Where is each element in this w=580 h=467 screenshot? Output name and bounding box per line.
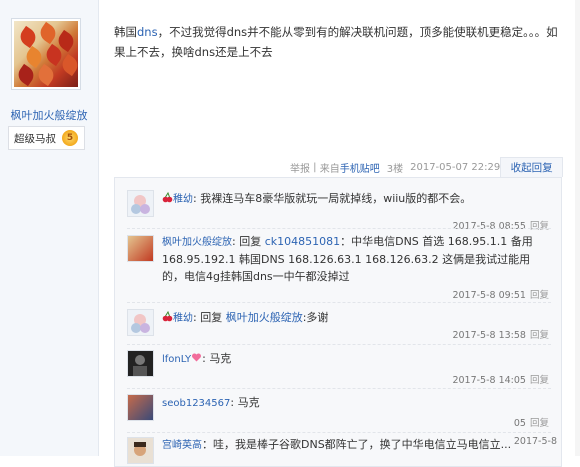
reply-prefix: 回复 (200, 311, 226, 324)
cherry-icon (162, 192, 173, 203)
reply-avatar[interactable] (127, 350, 154, 377)
post-time: 2017-05-07 22:29 (410, 161, 501, 173)
post-content: 韩国dns，不过我觉得dns并不能从零到有的解决联机问题，顶多能使联机更稳定。。… (114, 22, 564, 62)
reply-time: 2017-5-8 (513, 436, 557, 447)
reply-nick[interactable]: 枫叶加火般绽放 (162, 237, 232, 248)
reply-meta: 2017-5-8 14:05 回复 (452, 372, 549, 386)
from-prefix: 来自 (319, 163, 340, 175)
reply-button[interactable]: 回复 (530, 290, 549, 301)
post-tail: 举报 | 来自 手机贴吧 3楼 2017-05-07 22:29 收起回复 (290, 157, 563, 177)
dns-link[interactable]: dns (137, 25, 158, 39)
reply-avatar[interactable] (127, 309, 154, 336)
reply-divider (127, 388, 551, 389)
reply-button[interactable]: 回复 (530, 375, 549, 386)
reply-divider (127, 432, 551, 433)
reply-avatar[interactable] (127, 437, 154, 464)
reply-sep: : (230, 396, 238, 409)
reply-meta: 2017-5-8 08:55 回复 (452, 218, 549, 232)
author-avatar[interactable] (11, 18, 81, 90)
post-text-pre: 韩国 (114, 25, 137, 39)
author-sidebar: 枫叶加火般绽放 超级马叔 5 (0, 0, 99, 456)
reply-nick[interactable]: 稚幼 (173, 313, 193, 324)
level-title: 超级马叔 (14, 132, 56, 145)
reply-nick[interactable]: 稚幼 (173, 194, 193, 205)
cherry-icon (162, 311, 173, 322)
reply-button[interactable]: 回复 (530, 221, 549, 232)
reply-nick[interactable]: 宫崎英高 (162, 440, 202, 451)
reply-at-user[interactable]: ck104851081 (265, 235, 340, 248)
reply-body: 稚幼: 回复 枫叶加火般绽放:多谢 (162, 309, 542, 327)
reply-body: 稚幼: 我裸连马车8豪华版就玩一局就掉线，wiiu版的都不会。 (162, 190, 542, 208)
reply-meta: 05 回复 (514, 415, 549, 429)
reply-body: 宫崎英高：哇，我是棒子谷歌DNS都阵亡了，换了中华电信立马电信立... (162, 436, 542, 454)
reply-list: 稚幼: 我裸连马车8豪华版就玩一局就掉线，wiiu版的都不会。 2017-5-8… (114, 177, 562, 467)
reply-divider (127, 228, 551, 229)
reply-divider (127, 302, 551, 303)
tail-divider: | (310, 161, 320, 173)
reply-text: 马克 (237, 396, 260, 409)
floor-number: 3楼 (386, 163, 404, 175)
reply-item: lfonLY: 马克 2017-5-8 14:05 回复 (115, 348, 561, 388)
reply-divider (127, 344, 551, 345)
level-number-icon: 5 (62, 130, 78, 146)
reply-item: 枫叶加火般绽放: 回复 ck104851081：中华电信DNS 首选 168.9… (115, 233, 561, 303)
cartoon-avatar-icon (131, 314, 150, 333)
reply-body: lfonLY: 马克 (162, 350, 542, 368)
reply-body: seob1234567: 马克 (162, 394, 542, 412)
reply-text: 马克 (209, 352, 232, 365)
reply-item: 稚幼: 我裸连马车8豪华版就玩一局就掉线，wiiu版的都不会。 2017-5-8… (115, 188, 561, 232)
maple-leaves-image (14, 21, 78, 87)
reply-item: 宫崎英高：哇，我是棒子谷歌DNS都阵亡了，换了中华电信立马电信立... 2017… (115, 436, 561, 466)
reply-prefix: 回复 (239, 235, 265, 248)
reply-text: 哇，我是棒子谷歌DNS都阵亡了，换了中华电信立马电信立... (213, 438, 512, 451)
reply-avatar[interactable] (127, 394, 154, 421)
reply-sep: ： (202, 438, 213, 451)
silhouette-avatar-icon (133, 355, 147, 376)
reply-time: 2017-5-8 14:05 (452, 375, 526, 386)
report-link[interactable]: 举报 (290, 160, 310, 175)
reply-item: seob1234567: 马克 05 回复 (115, 392, 561, 432)
reply-meta: 2017-5-8 (514, 436, 557, 447)
reply-time: 2017-5-8 13:58 (452, 330, 526, 341)
author-name[interactable]: 枫叶加火般绽放 (6, 107, 92, 123)
collapse-replies-button[interactable]: 收起回复 (500, 157, 563, 177)
reply-button[interactable]: 回复 (530, 418, 549, 429)
reply-time: 05 (513, 418, 526, 429)
reply-text: :多谢 (302, 311, 329, 324)
heart-icon (192, 353, 202, 362)
reply-body: 枫叶加火般绽放: 回复 ck104851081：中华电信DNS 首选 168.9… (162, 233, 542, 285)
level-badge[interactable]: 超级马叔 5 (8, 126, 85, 150)
reply-nick[interactable]: seob1234567 (162, 398, 230, 409)
reply-time: 2017-5-8 08:55 (452, 221, 526, 232)
post-text: ，不过我觉得dns并不能从零到有的解决联机问题，顶多能使联机更稳定。。。如果上不… (114, 25, 558, 59)
reply-avatar[interactable] (127, 235, 154, 262)
reply-meta: 2017-5-8 09:51 回复 (452, 287, 549, 301)
character-avatar-icon (128, 438, 153, 463)
cartoon-avatar-icon (131, 195, 150, 214)
reply-at-user[interactable]: 枫叶加火般绽放 (226, 311, 303, 324)
reply-avatar[interactable] (127, 190, 154, 217)
reply-text: 我裸连马车8豪华版就玩一局就掉线，wiiu版的都不会。 (200, 192, 472, 205)
reply-item: 稚幼: 回复 枫叶加火般绽放:多谢 2017-5-8 13:58 回复 (115, 307, 561, 343)
page-scrollbar[interactable] (575, 0, 580, 456)
reply-button[interactable]: 回复 (530, 330, 549, 341)
reply-meta: 2017-5-8 13:58 回复 (452, 327, 549, 341)
reply-nick[interactable]: lfonLY (162, 354, 191, 365)
reply-time: 2017-5-8 09:51 (452, 290, 526, 301)
client-link[interactable]: 手机贴吧 (340, 160, 380, 175)
